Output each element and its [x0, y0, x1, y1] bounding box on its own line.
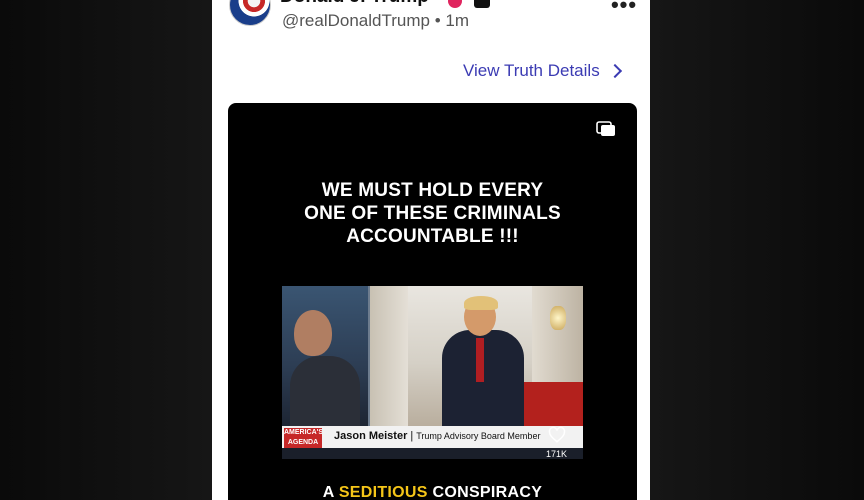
curtain [370, 286, 408, 426]
headline-line: ACCOUNTABLE !!! [346, 226, 519, 247]
account-badge-icon [474, 0, 490, 8]
headline-line: ONE OF THESE CRIMINALS [304, 203, 561, 224]
lower-third-role: Trump Advisory Board Member [416, 431, 541, 441]
lower-third-text: Jason Meister | Trump Advisory Board Membe… [334, 430, 541, 442]
background-right [650, 0, 864, 500]
verified-badge-icon [448, 0, 462, 8]
likes-count: 171K [546, 449, 568, 459]
chevron-right-icon [607, 63, 622, 79]
headline-line: WE MUST HOLD EVERY [321, 180, 544, 201]
bottom-caption: A SEDITIOUS CONSPIRACY [228, 484, 637, 500]
view-details-label: View Truth Details [463, 61, 600, 80]
view-truth-details-link[interactable]: View Truth Details [463, 61, 622, 81]
video-frame[interactable]: AMERICA'S AGENDA Jason Meister | Trump Adv… [282, 286, 583, 459]
display-name[interactable]: Donald J. Trump [280, 0, 429, 8]
chandelier [550, 306, 566, 330]
tie [476, 338, 484, 382]
background-left [0, 0, 212, 500]
post-card: Donald J. Trump @realDonaldTrump • 1m ••… [212, 0, 650, 500]
media-attachment[interactable]: WE MUST HOLD EVERY ONE OF THESE CRIMINAL… [228, 103, 637, 500]
heart-icon[interactable] [548, 426, 566, 444]
caption-highlight: SEDITIOUS [338, 484, 428, 500]
more-options-icon[interactable]: ••• [610, 0, 638, 18]
handle[interactable]: @realDonaldTrump [282, 11, 430, 30]
guest-figure [290, 356, 360, 426]
guest-head [294, 310, 332, 356]
headline: WE MUST HOLD EVERY ONE OF THESE CRIMINAL… [228, 179, 637, 248]
gallery-icon[interactable] [596, 121, 616, 137]
timestamp: 1m [445, 11, 470, 30]
speaker-hair [464, 296, 498, 310]
lower-third-name: Jason Meister [334, 430, 408, 442]
caption-prefix: A [322, 484, 335, 500]
separator: • [434, 11, 441, 30]
handle-line: @realDonaldTrump • 1m [282, 11, 469, 31]
network-logo: AMERICA'S AGENDA [284, 428, 322, 448]
avatar[interactable] [229, 0, 271, 26]
caption-suffix: CONSPIRACY [432, 484, 543, 500]
